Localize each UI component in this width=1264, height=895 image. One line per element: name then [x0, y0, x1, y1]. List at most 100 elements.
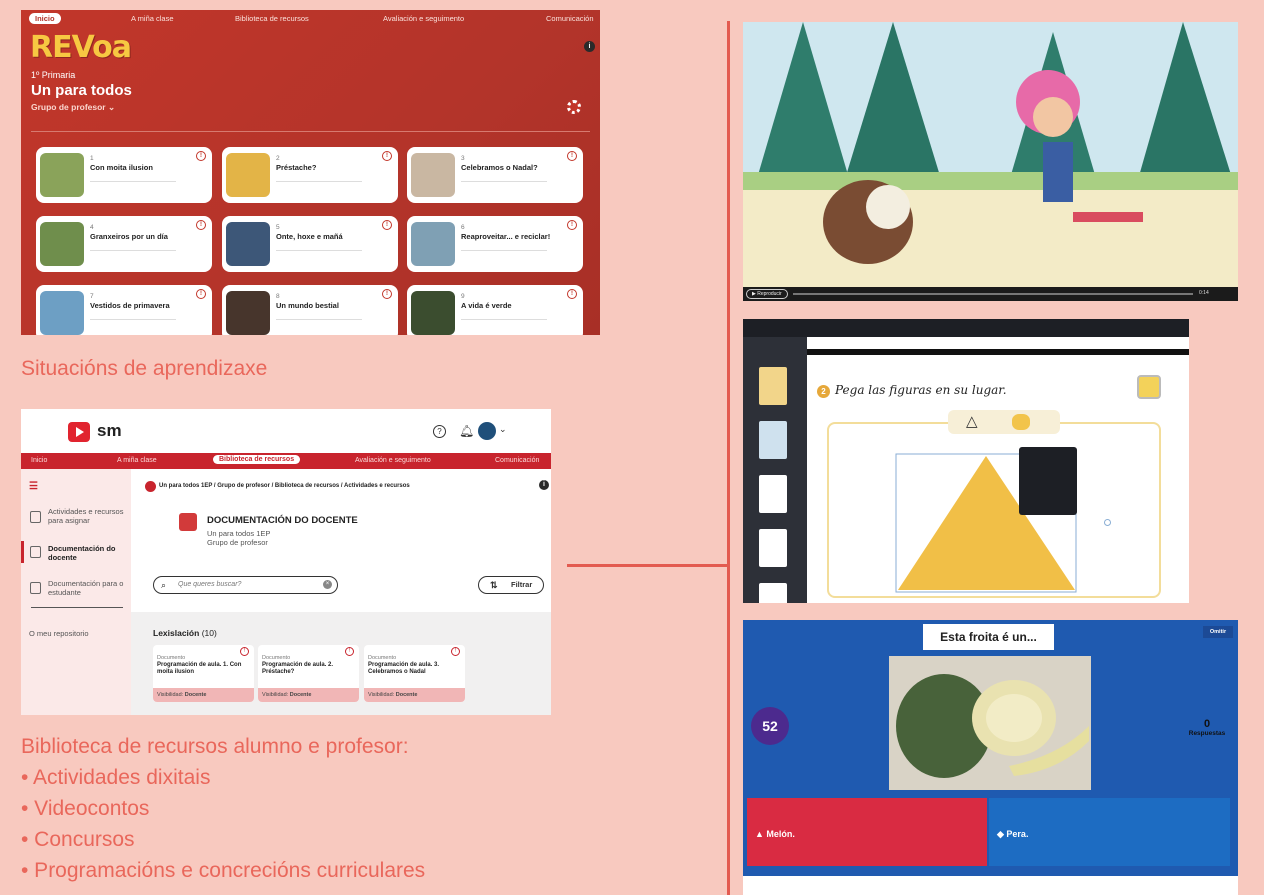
- editor-rule: [807, 349, 1189, 355]
- sidebar-item-teacher[interactable]: Documentación do docente: [48, 544, 120, 562]
- slide-thumb[interactable]: [759, 475, 787, 513]
- unit-card[interactable]: 9A vida é verde!: [407, 285, 583, 335]
- unit-card[interactable]: 7 Vestidos de primavera!: [36, 285, 212, 335]
- unit-number: 2: [276, 155, 280, 162]
- avatar[interactable]: [478, 422, 496, 440]
- info-icon[interactable]: !: [345, 647, 354, 656]
- answer-option-a[interactable]: ▲ Melón.: [747, 798, 987, 866]
- skip-button[interactable]: Omitir: [1203, 626, 1233, 638]
- melon-photo: [889, 656, 1091, 790]
- unit-thumbnail: [226, 153, 270, 197]
- info-icon[interactable]: i: [584, 41, 595, 52]
- unit-progress: [276, 181, 362, 182]
- document-card[interactable]: ! Documento Programación de aula. 2. Prést…: [258, 645, 359, 702]
- back-arrow-icon[interactable]: [145, 481, 156, 492]
- clear-icon[interactable]: ×: [323, 580, 332, 589]
- rotate-handle-icon[interactable]: [1104, 519, 1111, 526]
- lib-nav-class[interactable]: A miña clase: [117, 457, 157, 464]
- section-name: Lexislación: [153, 628, 200, 638]
- document-card[interactable]: ! Documento Programación de aula. 1. Con m…: [153, 645, 254, 702]
- unit-title: Vestidos de primavera: [90, 301, 170, 310]
- help-icon[interactable]: ?: [433, 425, 446, 438]
- activities-icon: [30, 511, 41, 523]
- feature-item: • Concursos: [21, 828, 135, 851]
- info-icon[interactable]: !: [382, 220, 392, 230]
- lib-nav-eval[interactable]: Avaliación e seguimento: [355, 457, 431, 464]
- info-icon[interactable]: !: [382, 289, 392, 299]
- unit-card[interactable]: 8 Un mundo bestial!: [222, 285, 398, 335]
- unit-title: Con moita ilusion: [90, 163, 153, 172]
- caption-learning: Situacións de aprendizaxe: [21, 357, 268, 380]
- nav-home[interactable]: Inicio: [29, 13, 61, 24]
- lib-nav-comm[interactable]: Comunicación: [495, 457, 539, 464]
- unit-title: Granxeiros por un día: [90, 232, 168, 241]
- slide-thumb[interactable]: [759, 367, 787, 405]
- section-count: (10): [201, 628, 217, 638]
- unit-title: Préstache?: [276, 163, 317, 172]
- info-icon[interactable]: !: [382, 151, 392, 161]
- slide-thumb[interactable]: [759, 583, 787, 603]
- triangle-shape[interactable]: △: [966, 412, 978, 430]
- info-icon[interactable]: !: [240, 647, 249, 656]
- menu-icon[interactable]: ☰: [29, 481, 38, 492]
- info-icon[interactable]: !: [196, 220, 206, 230]
- slide-thumb[interactable]: [759, 529, 787, 567]
- unit-card[interactable]: 6 Reaproveitar... e reciclar!!: [407, 216, 583, 272]
- doc-kind: Documento: [157, 655, 186, 661]
- sticker-icon[interactable]: [1137, 375, 1161, 399]
- nav-comm[interactable]: Comunicación: [546, 14, 594, 23]
- doc-title: Programación de aula. 1. Con moita ilusi…: [157, 662, 242, 675]
- gear-icon[interactable]: [567, 100, 581, 114]
- chevron-down-icon[interactable]: ⌄: [499, 424, 507, 435]
- document-card[interactable]: ! Documento Programación de aula. 3. Celeb…: [364, 645, 465, 702]
- video-progress[interactable]: [793, 293, 1193, 295]
- answer-option-b[interactable]: ◆ Pera.: [989, 798, 1230, 866]
- search-input[interactable]: ⌕ Que queres buscar? ×: [153, 576, 338, 594]
- library-sidebar: ☰ Actividades e recursos para asignar Do…: [21, 469, 131, 715]
- section-heading: Lexislación (10): [153, 628, 217, 638]
- subject-title: Un para todos: [31, 82, 132, 99]
- group-dropdown[interactable]: Grupo de profesor ⌄: [31, 102, 115, 113]
- info-icon[interactable]: !: [567, 289, 577, 299]
- color-palette[interactable]: [1019, 447, 1077, 515]
- hand-shape-icon[interactable]: [1012, 414, 1030, 430]
- unit-card[interactable]: 4 Granxeiros por un día!: [36, 216, 212, 272]
- doc-visibility: Visibilidad: Docente: [258, 688, 359, 702]
- bell-icon[interactable]: 🔔︎: [459, 424, 474, 438]
- nav-class[interactable]: A miña clase: [131, 14, 174, 23]
- sidebar-item-student[interactable]: Documentación para o estudante: [48, 579, 126, 597]
- info-icon[interactable]: i: [539, 480, 549, 490]
- unit-number: 9: [461, 293, 465, 300]
- unit-thumbnail: [40, 222, 84, 266]
- sidebar-divider: [31, 607, 123, 608]
- sidebar-item-assign[interactable]: Actividades e recursos para asignar: [48, 507, 126, 525]
- unit-card[interactable]: 1 Con moita ilusion!: [36, 147, 212, 203]
- answer-counter: 0 Respuestas: [1177, 718, 1237, 737]
- document-icon: [30, 546, 41, 558]
- unit-progress: [90, 250, 176, 251]
- unit-card[interactable]: 5 Onte, hoxe e mañá!: [222, 216, 398, 272]
- unit-title: Un mundo bestial: [276, 301, 339, 310]
- unit-thumbnail: [411, 153, 455, 197]
- document-icon: [179, 513, 197, 531]
- nav-eval[interactable]: Avaliación e seguimento: [383, 14, 464, 23]
- page-title: DOCUMENTACIÓN DO DOCENTE: [207, 515, 358, 526]
- info-icon[interactable]: !: [196, 289, 206, 299]
- info-icon[interactable]: !: [196, 151, 206, 161]
- slide-thumb[interactable]: [759, 421, 787, 459]
- student-doc-icon: [30, 582, 41, 594]
- sidebar-item-repo[interactable]: O meu repositorio: [29, 629, 89, 638]
- filter-button[interactable]: ⇅ Filtrar: [478, 576, 544, 594]
- info-icon[interactable]: !: [567, 151, 577, 161]
- unit-card[interactable]: 3 Celebramos o Nadal?!: [407, 147, 583, 203]
- connector-horizontal: [567, 564, 729, 567]
- video-frame: [743, 22, 1238, 301]
- lib-nav-home[interactable]: Inicio: [31, 457, 47, 464]
- play-button[interactable]: ▶ Reproducir: [746, 289, 788, 299]
- unit-card[interactable]: 2 Préstache?!: [222, 147, 398, 203]
- info-icon[interactable]: !: [567, 220, 577, 230]
- info-icon[interactable]: !: [451, 647, 460, 656]
- step-badge: 2: [817, 385, 830, 398]
- lib-nav-library[interactable]: Biblioteca de recursos: [213, 455, 301, 464]
- nav-library[interactable]: Biblioteca de recursos: [235, 14, 309, 23]
